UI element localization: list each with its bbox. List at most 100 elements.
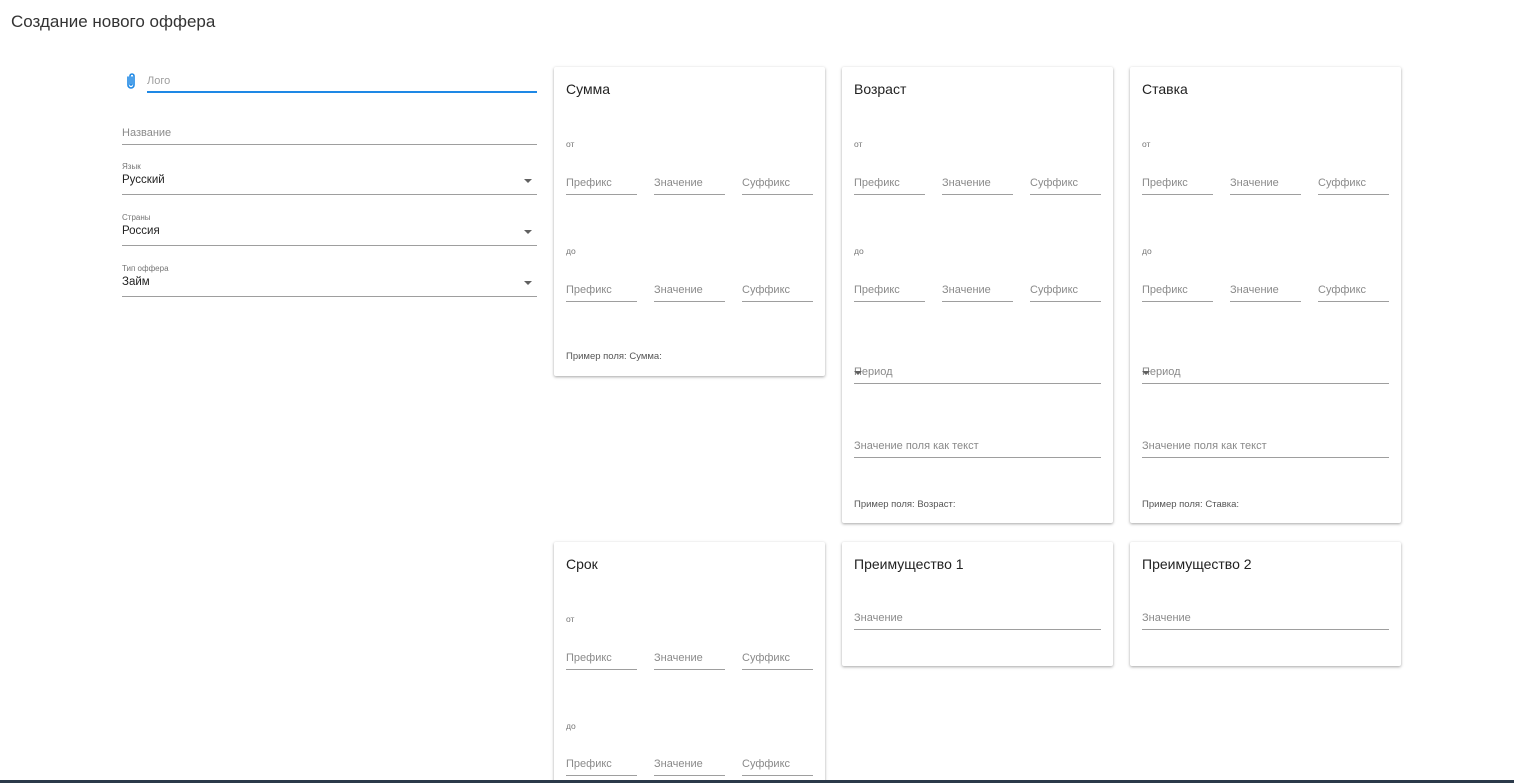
age-from-value-input[interactable]: Значение	[942, 174, 1013, 195]
countries-value: Россия	[122, 225, 160, 237]
page-title: Создание нового оффера	[11, 12, 216, 31]
sum-from-value-input[interactable]: Значение	[654, 174, 725, 195]
offer-main-form: Лого Название Язык Русский Страны Россия…	[122, 70, 537, 297]
age-from-prefix-input[interactable]: Префикс	[854, 174, 925, 195]
rate-to-suffix-input[interactable]: Суффикс	[1318, 281, 1389, 302]
advantage2-value-input[interactable]: Значение	[1142, 609, 1389, 630]
countries-select[interactable]: Страны Россия	[122, 213, 537, 246]
text-value-placeholder: Значение поля как текст	[1142, 440, 1267, 452]
value-placeholder: Значение	[1142, 612, 1191, 624]
term-to-suffix-input[interactable]: Суффикс	[742, 755, 813, 776]
advantage2-card: Преимущество 2 Значение	[1130, 542, 1401, 666]
value-placeholder: Значение	[1230, 284, 1279, 296]
value-placeholder: Значение	[1230, 177, 1279, 189]
sum-to-prefix-input[interactable]: Префикс	[566, 281, 637, 302]
age-from-suffix-input[interactable]: Суффикс	[1030, 174, 1101, 195]
value-placeholder: Значение	[654, 177, 703, 189]
rate-from-value-input[interactable]: Значение	[1230, 174, 1301, 195]
age-period-select[interactable]: Период	[854, 363, 1101, 384]
advantage1-card-title: Преимущество 1	[854, 556, 964, 572]
rate-card-title: Ставка	[1142, 81, 1188, 97]
offer-type-value: Займ	[122, 276, 150, 288]
from-label: от	[566, 614, 575, 624]
offer-type-label: Тип оффера	[122, 264, 169, 273]
suffix-placeholder: Суффикс	[742, 652, 791, 664]
offer-type-select[interactable]: Тип оффера Займ	[122, 264, 537, 297]
paperclip-icon[interactable]	[124, 72, 138, 90]
term-from-suffix-input[interactable]: Суффикс	[742, 649, 813, 670]
age-card-title: Возраст	[854, 81, 907, 97]
name-input[interactable]: Название	[122, 123, 537, 145]
age-to-value-input[interactable]: Значение	[942, 281, 1013, 302]
value-placeholder: Значение	[942, 177, 991, 189]
language-label: Язык	[122, 162, 141, 171]
sum-from-suffix-input[interactable]: Суффикс	[742, 174, 813, 195]
value-placeholder: Значение	[942, 284, 991, 296]
rate-to-value-input[interactable]: Значение	[1230, 281, 1301, 302]
value-placeholder: Значение	[654, 652, 703, 664]
to-label: до	[566, 246, 576, 256]
sum-example-text: Пример поля: Сумма:	[566, 351, 662, 362]
term-to-prefix-input[interactable]: Префикс	[566, 755, 637, 776]
suffix-placeholder: Суффикс	[1030, 284, 1079, 296]
dropdown-arrow-icon	[524, 230, 532, 234]
value-placeholder: Значение	[654, 758, 703, 770]
text-value-placeholder: Значение поля как текст	[854, 440, 979, 452]
to-label: до	[1142, 246, 1152, 256]
sum-card-title: Сумма	[566, 81, 610, 97]
rate-from-suffix-input[interactable]: Суффикс	[1318, 174, 1389, 195]
dropdown-arrow-icon	[524, 179, 532, 183]
name-placeholder: Название	[122, 127, 172, 139]
rate-to-prefix-input[interactable]: Префикс	[1142, 281, 1213, 302]
prefix-placeholder: Префикс	[566, 177, 612, 189]
dropdown-arrow-icon	[524, 281, 532, 285]
age-card: Возраст от Префикс Значение Суффикс до П…	[842, 67, 1113, 523]
prefix-placeholder: Префикс	[566, 652, 612, 664]
term-from-prefix-input[interactable]: Префикс	[566, 649, 637, 670]
advantage1-card: Преимущество 1 Значение	[842, 542, 1113, 666]
countries-label: Страны	[122, 213, 151, 222]
logo-placeholder: Лого	[147, 75, 171, 87]
suffix-placeholder: Суффикс	[1318, 284, 1367, 296]
rate-from-prefix-input[interactable]: Префикс	[1142, 174, 1213, 195]
from-label: от	[854, 139, 863, 149]
term-card: Срок от Префикс Значение Суффикс до Преф…	[554, 542, 825, 783]
suffix-placeholder: Суффикс	[742, 758, 791, 770]
rate-example-text: Пример поля: Ставка:	[1142, 499, 1240, 510]
prefix-placeholder: Префикс	[1142, 177, 1188, 189]
sum-to-value-input[interactable]: Значение	[654, 281, 725, 302]
from-label: от	[566, 139, 575, 149]
suffix-placeholder: Суффикс	[1030, 177, 1079, 189]
age-to-prefix-input[interactable]: Префикс	[854, 281, 925, 302]
term-from-value-input[interactable]: Значение	[654, 649, 725, 670]
from-label: от	[1142, 139, 1151, 149]
age-to-suffix-input[interactable]: Суффикс	[1030, 281, 1101, 302]
age-example-text: Пример поля: Возраст:	[854, 499, 956, 510]
suffix-placeholder: Суффикс	[1318, 177, 1367, 189]
to-label: до	[854, 246, 864, 256]
prefix-placeholder: Префикс	[854, 284, 900, 296]
rate-card: Ставка от Префикс Значение Суффикс до Пр…	[1130, 67, 1401, 523]
sum-to-suffix-input[interactable]: Суффикс	[742, 281, 813, 302]
to-label: до	[566, 721, 576, 731]
logo-input[interactable]: Лого	[147, 70, 537, 93]
dropdown-arrow-icon	[854, 371, 862, 375]
age-text-value-input[interactable]: Значение поля как текст	[854, 437, 1101, 458]
prefix-placeholder: Префикс	[566, 284, 612, 296]
logo-upload-row: Лого	[122, 70, 537, 94]
advantage2-card-title: Преимущество 2	[1142, 556, 1252, 572]
term-to-value-input[interactable]: Значение	[654, 755, 725, 776]
sum-from-prefix-input[interactable]: Префикс	[566, 174, 637, 195]
term-card-title: Срок	[566, 556, 598, 572]
prefix-placeholder: Префикс	[566, 758, 612, 770]
suffix-placeholder: Суффикс	[742, 177, 791, 189]
prefix-placeholder: Префикс	[1142, 284, 1188, 296]
dropdown-arrow-icon	[1142, 371, 1150, 375]
value-placeholder: Значение	[654, 284, 703, 296]
rate-period-select[interactable]: Период	[1142, 363, 1389, 384]
rate-text-value-input[interactable]: Значение поля как текст	[1142, 437, 1389, 458]
language-select[interactable]: Язык Русский	[122, 162, 537, 195]
value-placeholder: Значение	[854, 612, 903, 624]
prefix-placeholder: Префикс	[854, 177, 900, 189]
advantage1-value-input[interactable]: Значение	[854, 609, 1101, 630]
